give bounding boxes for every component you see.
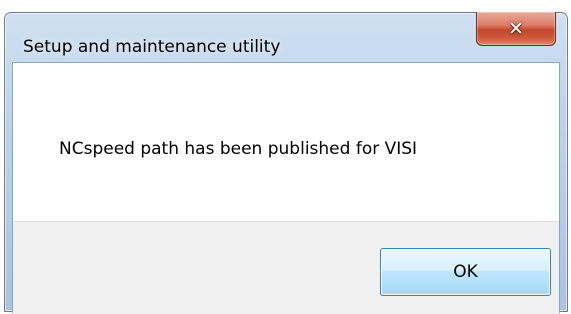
close-button[interactable]: ✕ <box>476 12 556 46</box>
close-icon: ✕ <box>508 17 524 40</box>
screen: Setup and maintenance utility ✕ NCspeed … <box>0 0 571 314</box>
button-bar: OK <box>13 221 559 314</box>
dialog-client-area: NCspeed path has been published for VISI… <box>12 62 560 314</box>
ok-button[interactable]: OK <box>380 248 551 296</box>
window-title: Setup and maintenance utility <box>23 37 281 57</box>
message-dialog: Setup and maintenance utility ✕ NCspeed … <box>4 12 568 314</box>
message-text: NCspeed path has been published for VISI <box>59 139 418 159</box>
title-bar[interactable]: Setup and maintenance utility ✕ <box>5 12 567 61</box>
message-area: NCspeed path has been published for VISI <box>13 63 559 221</box>
